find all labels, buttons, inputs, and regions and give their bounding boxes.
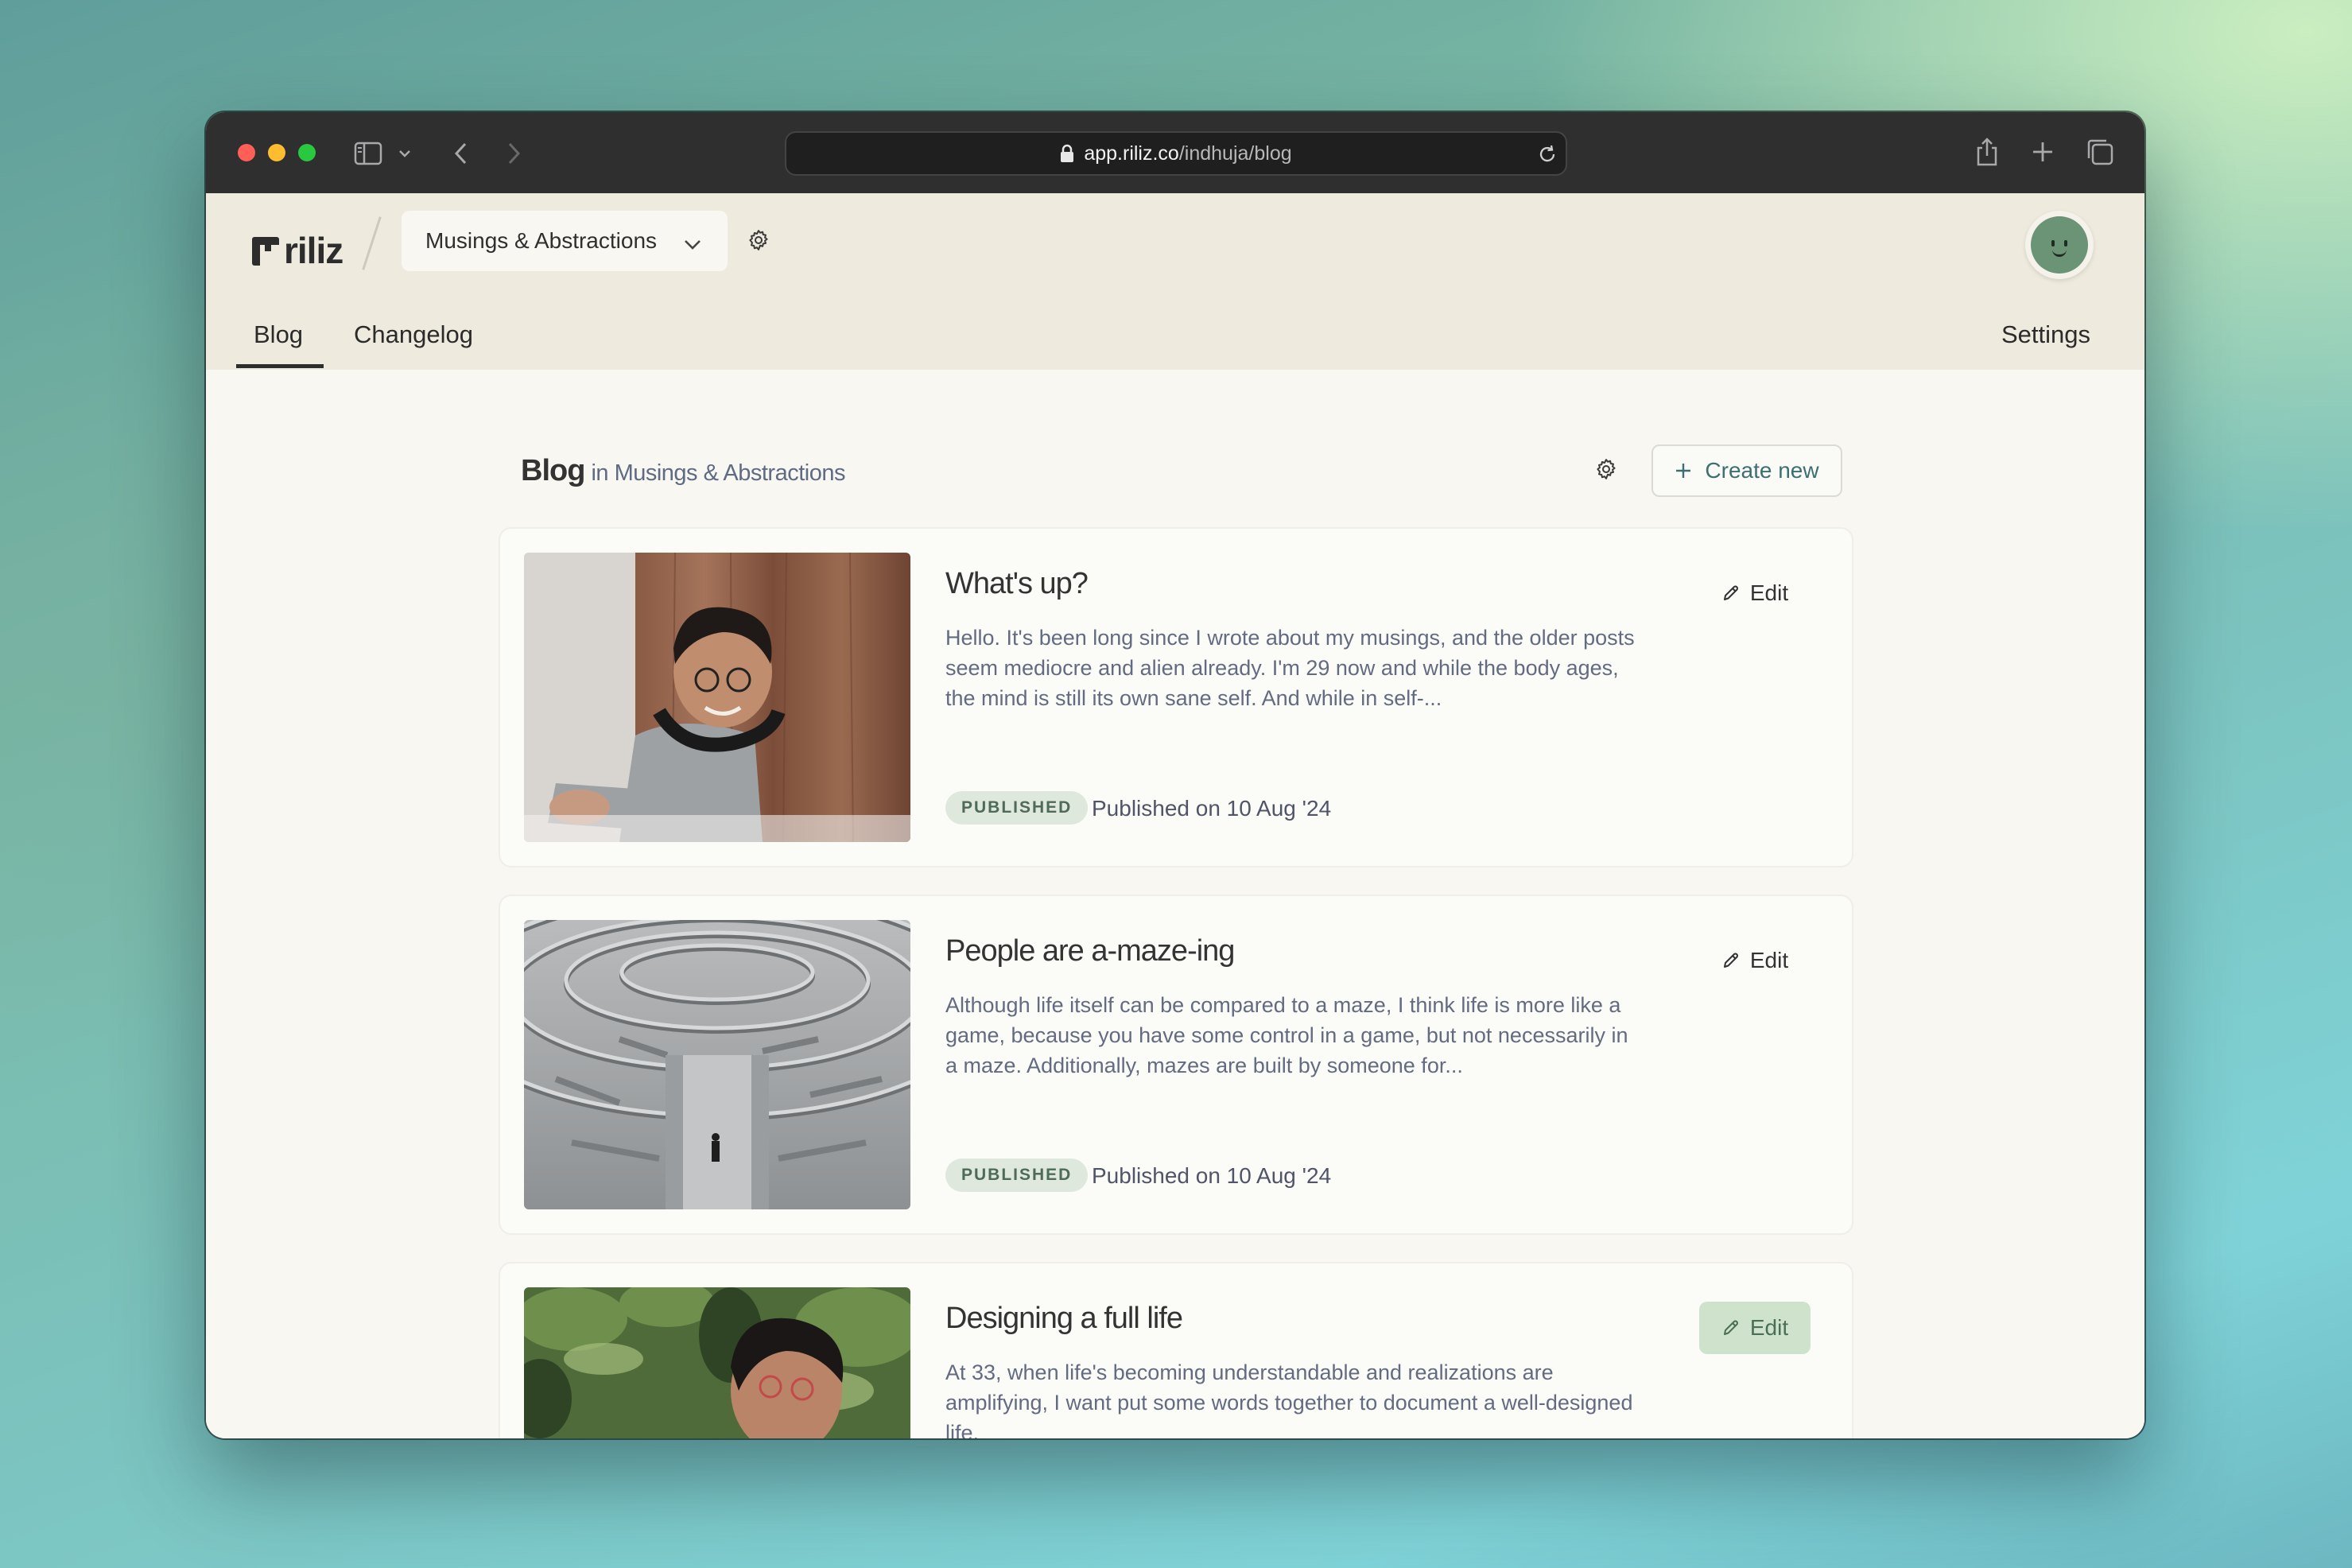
tab-changelog[interactable]: Changelog: [354, 320, 473, 349]
edit-button[interactable]: Edit: [1699, 1302, 1811, 1354]
zoom-window-button[interactable]: [298, 144, 316, 161]
browser-toolbar: app.riliz.co/indhuja/blog: [206, 112, 2144, 193]
project-settings-gear-icon[interactable]: [747, 228, 770, 256]
logo-text: riliz: [284, 230, 343, 271]
create-new-label: Create new: [1705, 458, 1819, 483]
page-title-context: in Musings & Abstractions: [591, 460, 845, 486]
url-host: app.riliz.co: [1084, 142, 1179, 165]
settings-link[interactable]: Settings: [2001, 320, 2090, 349]
address-bar[interactable]: app.riliz.co/indhuja/blog: [785, 131, 1567, 176]
edit-label: Edit: [1749, 580, 1789, 605]
riliz-logo-mark-icon: [252, 237, 279, 266]
create-new-button[interactable]: Create new: [1651, 444, 1842, 497]
tab-overview-icon[interactable]: [2084, 136, 2116, 168]
browser-window: app.riliz.co/indhuja/blog riliz Musings …: [206, 112, 2144, 1438]
lock-icon: [1061, 144, 1074, 162]
post-title[interactable]: Designing a full life: [945, 1302, 1183, 1336]
reload-icon[interactable]: [1537, 144, 1558, 165]
active-tab-indicator: [236, 364, 324, 368]
edit-button[interactable]: Edit: [1699, 567, 1811, 619]
back-arrow-icon[interactable]: [449, 138, 473, 169]
post-excerpt: Although life itself can be compared to …: [945, 993, 1628, 1077]
post-title[interactable]: What's up?: [945, 567, 1089, 601]
pencil-icon: [1723, 585, 1738, 600]
blog-settings-gear-icon[interactable]: [1594, 457, 1618, 485]
edit-button[interactable]: Edit: [1699, 934, 1811, 987]
status-badge: PUBLISHED: [945, 791, 1089, 825]
post-thumbnail[interactable]: [524, 920, 910, 1209]
edit-label: Edit: [1749, 948, 1789, 972]
riliz-logo[interactable]: riliz: [252, 227, 343, 274]
chevron-down-icon: [683, 231, 702, 257]
chevron-down-icon[interactable]: [397, 144, 413, 163]
post-excerpt: Hello. It's been long since I wrote abou…: [945, 626, 1635, 710]
minimize-window-button[interactable]: [268, 144, 285, 161]
published-date: Published on 10 Aug '24: [1092, 1163, 1332, 1188]
app-header: riliz Musings & Abstractions Blog Change…: [206, 193, 2144, 370]
close-window-button[interactable]: [238, 144, 255, 161]
share-icon[interactable]: [1973, 134, 2001, 169]
page-title-main: Blog: [521, 454, 585, 487]
published-date: Published on 10 Aug '24: [1092, 796, 1332, 821]
pencil-icon: [1723, 1320, 1738, 1335]
edit-label: Edit: [1749, 1315, 1789, 1340]
main-content: Blog in Musings & Abstractions Create ne…: [206, 370, 2144, 1438]
status-badge: PUBLISHED: [945, 1159, 1089, 1192]
post-excerpt: At 33, when life's becoming understandab…: [945, 1360, 1633, 1438]
breadcrumb-separator: [362, 216, 382, 270]
post-card[interactable]: People are a-maze-ing Although life itse…: [499, 895, 1853, 1235]
post-thumbnail[interactable]: [524, 553, 910, 842]
post-card[interactable]: Designing a full life At 33, when life's…: [499, 1262, 1853, 1438]
pencil-icon: [1723, 953, 1738, 968]
project-name: Musings & Abstractions: [425, 228, 658, 253]
user-avatar[interactable]: [2025, 211, 2094, 279]
sidebar-toggle-icon[interactable]: [352, 138, 384, 169]
page-title: Blog in Musings & Abstractions: [521, 454, 845, 488]
post-card[interactable]: What's up? Hello. It's been long since I…: [499, 527, 1853, 867]
plus-icon: [1676, 464, 1691, 478]
new-tab-icon[interactable]: [2028, 138, 2057, 166]
url-path: /indhuja/blog: [1178, 142, 1292, 165]
post-thumbnail[interactable]: [524, 1287, 910, 1438]
forward-arrow-icon[interactable]: [502, 138, 526, 169]
post-title[interactable]: People are a-maze-ing: [945, 934, 1235, 968]
project-selector[interactable]: Musings & Abstractions: [402, 211, 728, 271]
tab-blog[interactable]: Blog: [254, 320, 303, 349]
